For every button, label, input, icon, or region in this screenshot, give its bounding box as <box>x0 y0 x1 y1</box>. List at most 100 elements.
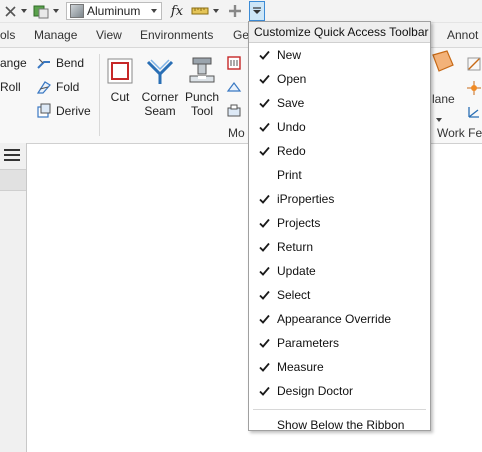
menu-item-redo[interactable]: Redo <box>249 139 430 163</box>
point-tool[interactable] <box>466 78 482 98</box>
ribbon-separator <box>99 54 100 136</box>
corner-seam-icon <box>146 59 174 84</box>
axis-tool[interactable] <box>466 54 482 74</box>
checkmark-icon <box>259 43 271 67</box>
menu-item-save[interactable]: Save <box>249 91 430 115</box>
checkmark-icon <box>259 283 271 307</box>
material-value: Aluminum <box>87 4 141 18</box>
menu-item-label: Undo <box>277 120 306 134</box>
checkmark-icon <box>259 67 271 91</box>
modify-tool-1[interactable] <box>226 53 246 73</box>
corner-seam-label-2: Seam <box>144 104 176 118</box>
tab-tools[interactable]: ols <box>0 28 15 42</box>
plane-tool[interactable] <box>432 50 454 72</box>
menu-item-projects[interactable]: Projects <box>249 211 430 235</box>
fold-label: Fold <box>56 80 80 94</box>
menu-item-appearance-override[interactable]: Appearance Override <box>249 307 430 331</box>
cut-label: Cut <box>110 90 130 104</box>
punch-tool-label-1: Punch <box>184 90 220 104</box>
menu-item-return[interactable]: Return <box>249 235 430 259</box>
checkmark-icon <box>259 163 271 187</box>
parameters-fx-icon[interactable]: fx <box>168 2 186 20</box>
measure-dropdown-arrow[interactable] <box>212 2 220 20</box>
hamburger-menu-icon[interactable] <box>4 149 20 163</box>
material-select[interactable]: Aluminum <box>66 2 162 20</box>
checkmark-icon <box>259 259 271 283</box>
corner-seam-tool[interactable]: Corner Seam <box>140 56 180 118</box>
customize-qat-dropdown-button[interactable] <box>249 1 265 21</box>
derive-icon <box>37 103 51 118</box>
tab-annotate[interactable]: Annot <box>447 28 478 42</box>
cut-tool[interactable]: Cut <box>103 56 137 104</box>
plane-label: lane <box>432 92 455 106</box>
menu-item-open[interactable]: Open <box>249 67 430 91</box>
menu-item-select[interactable]: Select <box>249 283 430 307</box>
menu-item-update[interactable]: Update <box>249 259 430 283</box>
cut-icon <box>107 58 133 84</box>
checkmark-icon <box>259 235 271 259</box>
menu-item-parameters[interactable]: Parameters <box>249 331 430 355</box>
menu-title: Customize Quick Access Toolbar <box>249 22 430 43</box>
material-swatch-icon <box>70 4 84 18</box>
color-override-icon[interactable] <box>32 2 50 20</box>
checkmark-icon <box>259 307 271 331</box>
menu-item-new[interactable]: New <box>249 43 430 67</box>
qat-command-dropdown-arrow[interactable] <box>20 2 28 20</box>
menu-item-label: iProperties <box>277 192 335 206</box>
menu-item-design-doctor[interactable]: Design Doctor <box>249 379 430 403</box>
model-browser <box>0 143 27 452</box>
quick-access-toolbar: Aluminum fx <box>0 0 482 23</box>
checkmark-icon <box>259 331 271 355</box>
tab-manage[interactable]: Manage <box>34 28 77 42</box>
browser-strip <box>0 169 26 191</box>
ucs-icon <box>468 107 479 118</box>
corner-seam-label-1: Corner <box>141 90 179 104</box>
menu-item-label: New <box>277 48 302 62</box>
menu-item-measure[interactable]: Measure <box>249 355 430 379</box>
menu-items: New Open Save Undo Redo Print iProperties Proje… <box>249 43 430 403</box>
menu-item-label: Return <box>277 240 314 254</box>
tab-get-started[interactable]: Ge <box>233 28 249 42</box>
menu-item-undo[interactable]: Undo <box>249 115 430 139</box>
checkmark-icon <box>259 115 271 139</box>
fold-tool[interactable]: Fold <box>36 77 79 97</box>
derive-tool[interactable]: Derive <box>36 101 91 121</box>
color-override-dropdown-arrow[interactable] <box>52 2 60 20</box>
modify-tool-2[interactable] <box>226 77 246 97</box>
measure-icon[interactable] <box>190 2 210 20</box>
checkmark-icon <box>259 355 271 379</box>
menu-item-iproperties[interactable]: iProperties <box>249 187 430 211</box>
flange-tool[interactable]: ange <box>0 53 27 73</box>
ucs-tool[interactable] <box>466 102 482 122</box>
customize-qat-menu: Customize Quick Access Toolbar New Open Sa… <box>248 21 431 432</box>
menu-divider <box>253 409 426 410</box>
menu-item-label: Redo <box>277 144 306 158</box>
show-below-ribbon-label: Show Below the Ribbon <box>277 418 405 432</box>
menu-item-show-below-ribbon[interactable]: Show Below the Ribbon <box>249 413 430 437</box>
add-plus-icon[interactable] <box>226 2 244 20</box>
menu-item-label: Projects <box>277 216 321 230</box>
menu-item-label: Parameters <box>277 336 340 350</box>
qat-command-icon[interactable] <box>4 2 18 20</box>
punch-tool-icon <box>189 57 215 83</box>
checkmark-icon <box>259 91 271 115</box>
work-features-panel-label: Work Fea <box>437 126 482 140</box>
checkmark-icon <box>259 187 271 211</box>
checkmark-icon <box>259 211 271 235</box>
tab-environments[interactable]: Environments <box>140 28 213 42</box>
menu-item-label: Open <box>277 72 307 86</box>
point-icon <box>467 81 481 95</box>
menu-item-label: Save <box>277 96 305 110</box>
material-dropdown-arrow <box>151 9 157 13</box>
modify-tool-3[interactable] <box>226 101 246 121</box>
plane-icon <box>432 50 454 72</box>
modify-icon-3 <box>227 104 241 117</box>
contour-roll-tool[interactable]: Roll <box>0 77 21 97</box>
tab-view[interactable]: View <box>96 28 122 42</box>
punch-tool[interactable]: Punch Tool <box>182 56 222 118</box>
menu-item-print[interactable]: Print <box>249 163 430 187</box>
bend-tool[interactable]: Bend <box>36 53 84 73</box>
modify-icon-2 <box>226 82 242 92</box>
checkmark-icon <box>259 379 271 403</box>
menu-item-label: Update <box>277 264 316 278</box>
